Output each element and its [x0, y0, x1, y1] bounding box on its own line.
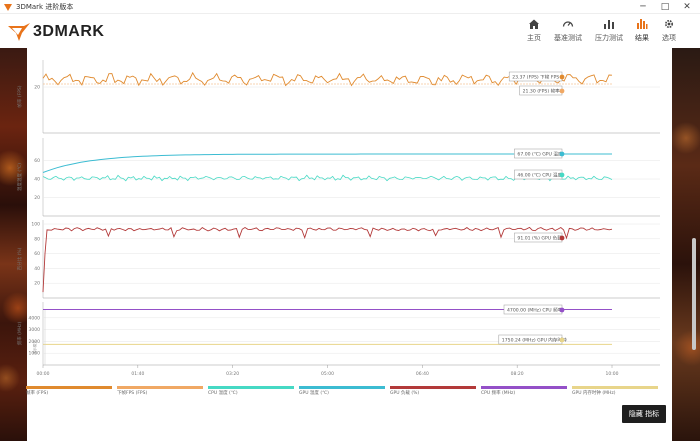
demo-mode-marker-label: 演示模式 — [32, 340, 37, 355]
legend-label: CPU 频率 (MHz) — [481, 391, 516, 396]
legend-item[interactable]: GPU 负载 (%) — [390, 386, 476, 398]
legend-label: 下帧FPS (FPS) — [117, 391, 148, 396]
callout-fps-text: 23.37 (FPS) 下帧 FPS — [512, 74, 559, 81]
legend-swatch — [572, 386, 658, 389]
y-tick-label: 20 — [34, 281, 40, 287]
x-tick-label: 03:20 — [226, 371, 239, 377]
legend-item[interactable]: GPU 温度 (℃) — [299, 386, 385, 398]
legend-item[interactable]: CPU 温度 (℃) — [208, 386, 294, 398]
y-tick-label: 20 — [34, 195, 40, 201]
legend-label: GPU 内存时钟 (MHz) — [572, 391, 616, 396]
legend-swatch — [390, 386, 476, 389]
monitoring-charts: 20 帧率 (FPS) 60 40 20 温度温度 (℃) 100 80 60 40 20 百分比 (… — [16, 60, 660, 377]
callout-gpu-temp-text: 67.00 (℃) GPU 温度 — [517, 151, 563, 158]
x-tick-label: 10:00 — [606, 371, 619, 377]
y-tick-label: 60 — [34, 158, 40, 164]
y-tick-label: 3000 — [29, 327, 41, 333]
y-axis-label: 帧率 (FPS) — [16, 85, 23, 107]
y-tick-label: 40 — [34, 266, 40, 272]
callout-fps-low-dot — [559, 88, 565, 94]
callout-gpu-temp-dot — [559, 151, 565, 157]
callout-cpu-temp-text: 46.00 (℃) CPU 温度 — [517, 172, 562, 179]
callout-cpu-clock-text: 4700.00 (MHz) CPU 频率 — [507, 307, 563, 314]
callout-gpu-load-text: 91.01 (%) GPU 负载 — [517, 235, 562, 242]
x-tick-label: 08:20 — [511, 371, 524, 377]
callout-fps-dot — [559, 74, 565, 80]
callout-gpu-clock-text: 1750.24 (MHz) GPU 内存时钟 — [502, 337, 567, 344]
legend-swatch — [26, 386, 112, 389]
legend-item[interactable]: 帧率 (FPS) — [26, 386, 112, 398]
legend-swatch — [299, 386, 385, 389]
legend-label: CPU 温度 (℃) — [208, 391, 238, 396]
y-tick-label: 80 — [34, 236, 40, 242]
callout-cpu-temp-dot — [559, 172, 565, 178]
legend-label: GPU 温度 (℃) — [299, 391, 329, 396]
legend-item[interactable]: 下帧FPS (FPS) — [117, 386, 203, 398]
legend-item[interactable]: GPU 内存时钟 (MHz) — [572, 386, 658, 398]
y-tick-label: 60 — [34, 251, 40, 257]
callout-gpu-load-dot — [559, 235, 565, 241]
legend-swatch — [481, 386, 567, 389]
y-axis-label: 百分比 (%) — [16, 247, 23, 270]
y-tick-label: 40 — [34, 177, 40, 183]
hide-metrics-button[interactable]: 隐藏 指标 — [622, 405, 666, 423]
y-axis-label: 温度温度 (℃) — [16, 163, 23, 191]
callout-fps-low-text: 21.30 (FPS) 帧率 — [523, 88, 561, 95]
callout-cpu-clock-dot — [559, 307, 565, 313]
callout-gpu-clock-dot — [559, 337, 565, 343]
y-tick-label: 4000 — [29, 315, 41, 321]
legend-swatch — [208, 386, 294, 389]
x-tick-label: 06:40 — [416, 371, 429, 377]
legend-label: 帧率 (FPS) — [26, 391, 49, 396]
x-tick-label: 05:00 — [321, 371, 334, 377]
legend-item[interactable]: CPU 频率 (MHz) — [481, 386, 567, 398]
y-tick-label: 100 — [31, 222, 40, 228]
x-tick-label: 00:00 — [37, 371, 50, 377]
legend-label: GPU 负载 (%) — [390, 391, 420, 396]
x-tick-label: 01:40 — [131, 371, 144, 377]
legend-swatch — [117, 386, 203, 389]
scrollbar[interactable] — [692, 238, 696, 350]
y-axis-label: 频率 (MHz) — [16, 321, 23, 345]
y-tick-label: 20 — [34, 85, 40, 91]
